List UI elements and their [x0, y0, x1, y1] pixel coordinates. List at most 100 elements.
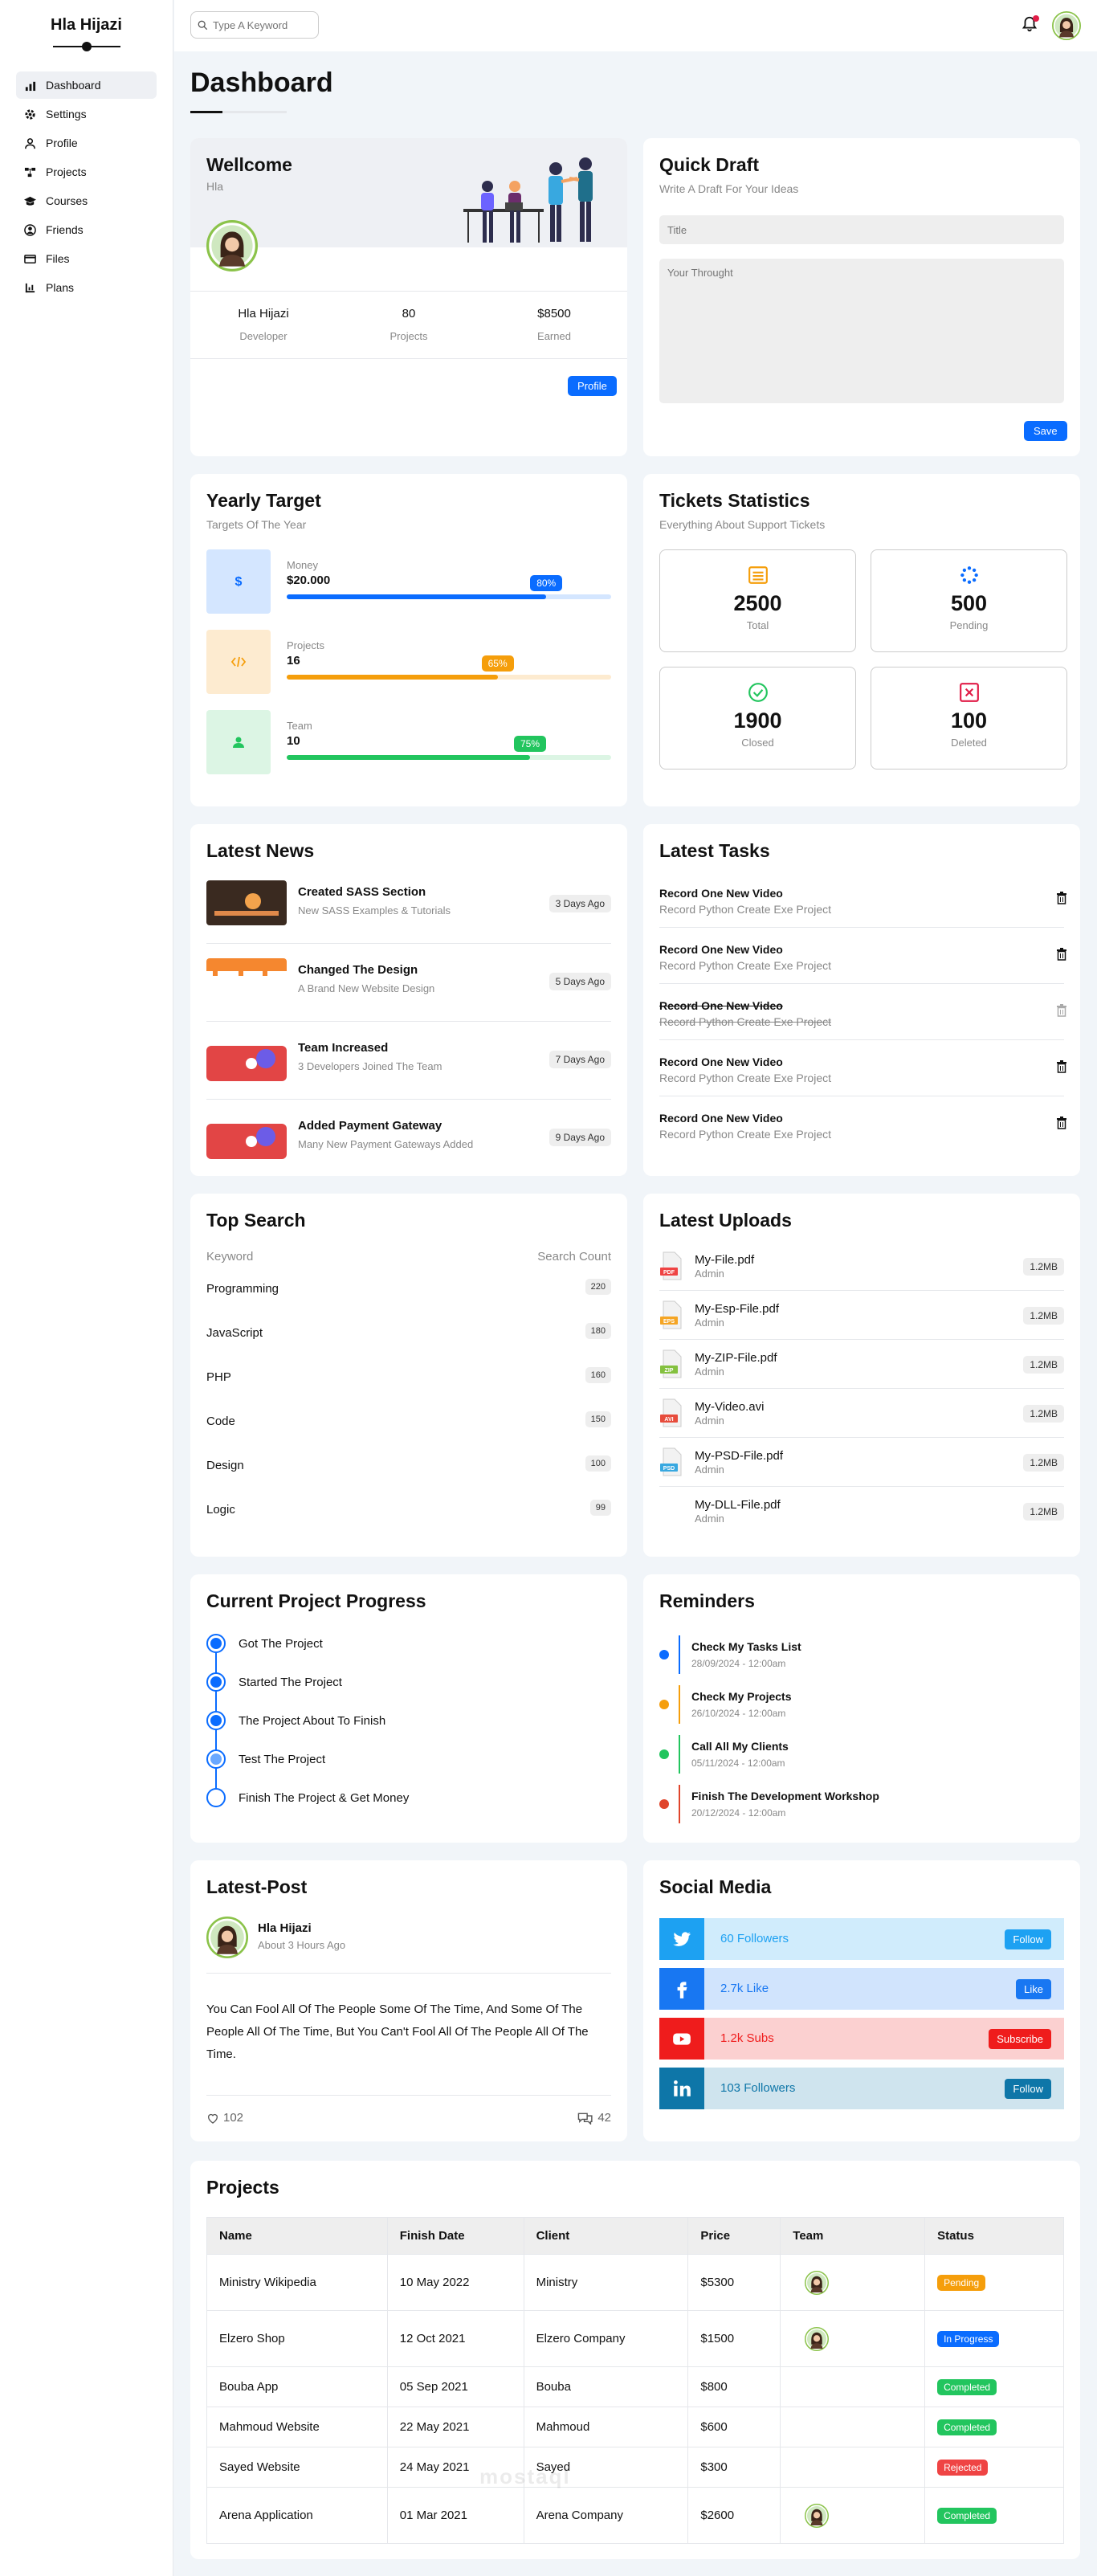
avatar	[805, 2326, 830, 2351]
step-marker	[206, 1711, 226, 1730]
close-square-icon	[959, 683, 979, 702]
sidebar-item-label: Projects	[46, 165, 87, 178]
profile-button[interactable]: Profile	[568, 376, 617, 396]
comments-icon	[578, 2113, 593, 2125]
sidebar-item-friends[interactable]: Friends	[16, 216, 157, 243]
brand-title: Hla Hijazi	[51, 16, 122, 34]
trash-icon[interactable]	[1056, 1060, 1067, 1073]
sidebar-item-profile[interactable]: Profile	[16, 129, 157, 157]
file-avi-icon: AVI	[660, 1398, 682, 1427]
social-action-button[interactable]: Like	[1016, 1979, 1051, 1999]
target-percent-badge: 80%	[530, 575, 563, 591]
ticket-value: 500	[950, 591, 988, 615]
social-action-button[interactable]: Subscribe	[989, 2029, 1051, 2049]
code-icon	[230, 656, 247, 667]
welcome-name: Hla	[206, 180, 224, 193]
social-row-twitter: 60 Followers Follow	[659, 1918, 1064, 1960]
search-box[interactable]	[190, 11, 319, 39]
upload-size: 1.2MB	[1023, 1258, 1064, 1276]
notification-button[interactable]	[1021, 15, 1040, 35]
reminders-title: Reminders	[659, 1590, 755, 1611]
youtube-icon	[673, 2033, 691, 2045]
table-row: Arena Application 01 Mar 2021 Arena Compan…	[206, 2487, 1064, 2544]
sidebar-item-courses[interactable]: Courses	[16, 187, 157, 214]
welcome-card: Wellcome Hla Hla Hijazi Developer 80 Projec…	[190, 138, 627, 456]
trash-icon[interactable]	[1056, 948, 1067, 961]
reminder-title: Check My Tasks List	[691, 1640, 801, 1653]
task-desc: Record Python Create Exe Project	[659, 1015, 831, 1028]
target-label: Projects	[287, 639, 324, 651]
user-icon	[233, 737, 244, 748]
save-button[interactable]: Save	[1024, 421, 1067, 441]
social-icon-box	[659, 2018, 704, 2060]
social-action-button[interactable]: Follow	[1005, 1929, 1051, 1949]
upload-name[interactable]: My-DLL-File.pdf	[695, 1498, 781, 1512]
cell-status: Completed	[924, 2366, 1064, 2407]
upload-name[interactable]: My-ZIP-File.pdf	[695, 1351, 777, 1365]
facebook-icon	[677, 1982, 687, 1998]
avatar-image	[805, 2326, 830, 2351]
step-marker	[206, 1749, 226, 1769]
upload-size: 1.2MB	[1023, 1405, 1064, 1423]
ticket-box-deleted: 100 Deleted	[871, 667, 1067, 770]
status-badge: Completed	[937, 2507, 997, 2524]
stat-label: Earned	[537, 330, 571, 342]
projects-card: Projects Name Finish Date Client Price Team S…	[190, 2161, 1080, 2559]
avatar[interactable]	[1052, 11, 1081, 40]
sidebar-item-projects[interactable]: Projects	[16, 158, 157, 186]
search-count: 160	[585, 1367, 611, 1383]
reminder-date: 28/09/2024 - 12:00am	[691, 1658, 786, 1669]
draft-title-input[interactable]	[659, 215, 1064, 244]
trash-icon[interactable]	[1056, 1004, 1067, 1017]
target-value: $20.000	[287, 574, 331, 587]
upload-name[interactable]: My-Video.avi	[695, 1400, 764, 1414]
stat-label: Developer	[239, 330, 288, 342]
table-row: Sayed Website 24 May 2021 Sayed $300 Rejecte…	[206, 2447, 1064, 2488]
sidebar-item-label: Dashboard	[46, 79, 101, 92]
upload-name[interactable]: My-Esp-File.pdf	[695, 1302, 779, 1316]
sidebar-item-plans[interactable]: Plans	[16, 274, 157, 301]
top-search-card: Top Search Keyword Search Count Programm…	[190, 1194, 627, 1557]
trash-icon[interactable]	[1056, 1117, 1067, 1129]
sidebar: Hla Hijazi Dashboard Settings Profile Proje…	[0, 0, 173, 2576]
sidebar-item-dashboard[interactable]: Dashboard	[16, 71, 157, 99]
news-desc: 3 Developers Joined The Team	[298, 1060, 442, 1072]
social-action-button[interactable]: Follow	[1005, 2079, 1051, 2099]
table-row: Bouba App 05 Sep 2021 Bouba $800 Completed	[206, 2366, 1064, 2407]
upload-name[interactable]: My-File.pdf	[695, 1253, 754, 1267]
sidebar-nav: Dashboard Settings Profile Projects Courses F…	[0, 71, 173, 301]
news-date-badge: 5 Days Ago	[548, 973, 611, 990]
sidebar-item-files[interactable]: Files	[16, 245, 157, 272]
cell-status: Rejected	[924, 2447, 1064, 2488]
sidebar-item-settings[interactable]: Settings	[16, 100, 157, 128]
social-icon-box	[659, 2068, 704, 2109]
file-pdf-icon: PDF	[660, 1251, 682, 1280]
draft-body-input[interactable]	[659, 259, 1064, 403]
cell-team	[780, 2366, 926, 2407]
search-input[interactable]	[213, 18, 309, 31]
news-desc: New SASS Examples & Tutorials	[298, 904, 451, 917]
sidebar-item-label: Friends	[46, 223, 84, 236]
comment-button[interactable]: 42	[577, 2111, 611, 2125]
upload-name[interactable]: My-PSD-File.pdf	[695, 1449, 783, 1463]
trash-icon[interactable]	[1056, 892, 1067, 904]
like-button[interactable]: 102	[206, 2111, 243, 2125]
uploads-card: Latest Uploads PDF My-File.pdf Admin 1.2MB E…	[643, 1194, 1080, 1557]
step-marker	[206, 1788, 226, 1807]
post-author: Hla Hijazi	[258, 1921, 312, 1935]
avatar	[805, 2270, 830, 2295]
step-label: Started The Project	[239, 1676, 342, 1689]
gear-icon	[25, 108, 35, 120]
cell-date: 22 May 2021	[386, 2407, 524, 2447]
stat-label: Projects	[389, 330, 428, 342]
ticket-label: Deleted	[951, 737, 987, 749]
reminder-date: 20/12/2024 - 12:00am	[691, 1807, 786, 1819]
target-icon-box	[206, 710, 271, 774]
notification-dot	[1033, 15, 1039, 22]
title-underline	[190, 111, 287, 113]
cell-price: $800	[687, 2366, 781, 2407]
table-row: Ministry Wikipedia 10 May 2022 Ministry $53…	[206, 2254, 1064, 2311]
social-row-linkedin: 103 Followers Follow	[659, 2068, 1064, 2109]
target-label: Money	[287, 559, 319, 571]
table-row: Elzero Shop 12 Oct 2021 Elzero Company $150…	[206, 2310, 1064, 2367]
